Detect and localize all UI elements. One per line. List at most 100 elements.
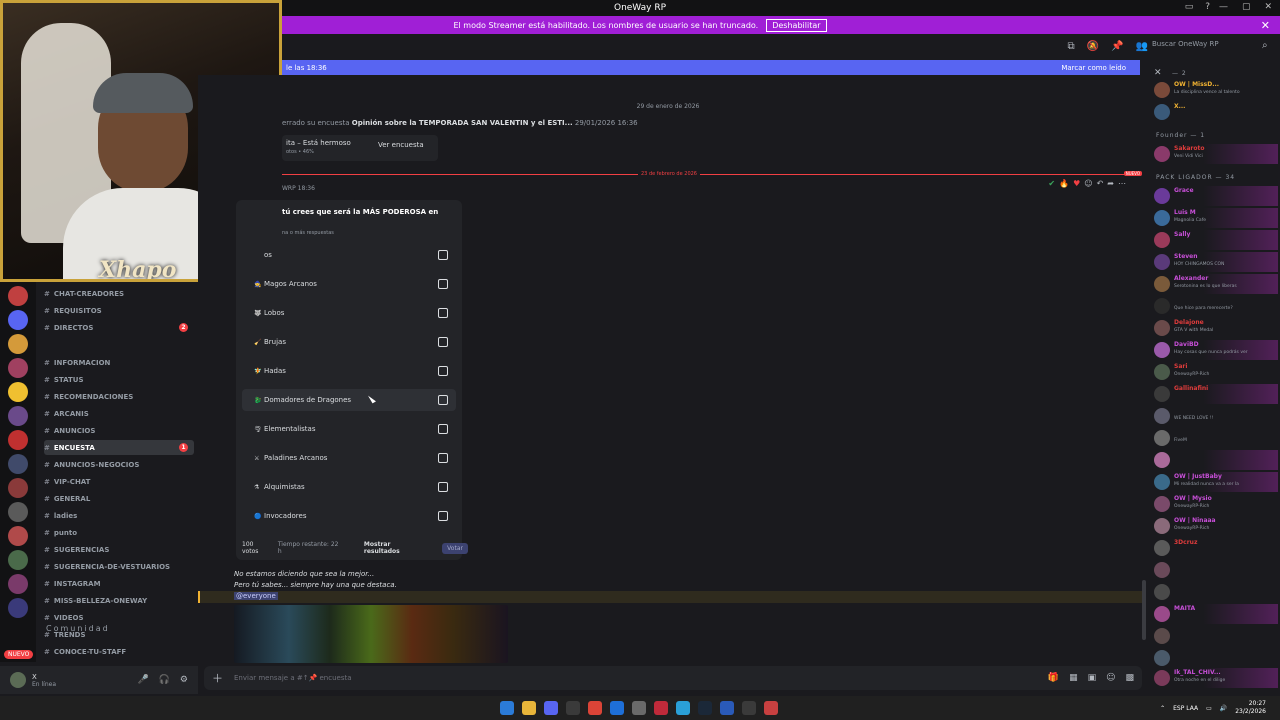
app-icon[interactable] bbox=[764, 701, 778, 715]
poll-title[interactable]: Opinión sobre la TEMPORADA SAN VALENTIN … bbox=[352, 119, 573, 127]
minimize-icon[interactable]: — bbox=[1219, 2, 1228, 12]
server-icon[interactable] bbox=[8, 358, 28, 378]
members-icon[interactable]: 👥 bbox=[1136, 41, 1148, 52]
member-item[interactable]: Steven HOY CHINGAMOS CON bbox=[1154, 252, 1278, 272]
member-item[interactable]: 3Dcruz bbox=[1154, 538, 1278, 558]
poll-option[interactable]: ⚗ Alquimistas bbox=[242, 476, 456, 498]
poll-option[interactable]: 🧚 Hadas bbox=[242, 360, 456, 382]
notification-icon[interactable]: 🔕 bbox=[1087, 41, 1099, 52]
gear-icon[interactable]: ⚙ bbox=[180, 675, 188, 685]
member-item[interactable] bbox=[1154, 450, 1278, 470]
server-icon[interactable] bbox=[8, 502, 28, 522]
checkbox[interactable] bbox=[438, 366, 448, 376]
unread-bar[interactable]: le las 18:36 Marcar como leído bbox=[282, 60, 1140, 75]
edge-icon[interactable] bbox=[676, 701, 690, 715]
emoji-icon[interactable]: ☺ bbox=[1106, 673, 1115, 683]
channel-item[interactable]: # punto bbox=[44, 525, 194, 540]
threads-icon[interactable]: ⧉ bbox=[1068, 41, 1075, 52]
member-item[interactable]: MAITA bbox=[1154, 604, 1278, 624]
channel-item[interactable]: # SUGERENCIAS bbox=[44, 542, 194, 557]
server-icon[interactable] bbox=[8, 286, 28, 306]
member-item[interactable]: Sari OnewayRP-Rich bbox=[1154, 362, 1278, 382]
network-icon[interactable]: ▭ bbox=[1206, 705, 1212, 712]
language-indicator[interactable]: ESP LAA bbox=[1173, 705, 1198, 712]
vote-button[interactable]: Votar bbox=[442, 542, 468, 554]
member-item[interactable]: Ik_TAL_CHIV... Otra noche en el dilige bbox=[1154, 668, 1278, 688]
member-item[interactable]: Sally bbox=[1154, 230, 1278, 250]
poll-option[interactable]: 🧹 Brujas bbox=[242, 331, 456, 353]
sticker-icon[interactable]: ▣ bbox=[1088, 673, 1097, 683]
add-reaction-icon[interactable]: ☺ bbox=[1084, 179, 1092, 188]
close-banner-icon[interactable]: ✕ bbox=[1261, 19, 1270, 32]
chevron-up-icon[interactable]: ⌃ bbox=[1160, 705, 1165, 712]
gif-icon[interactable]: ▦ bbox=[1069, 673, 1078, 683]
checkbox[interactable] bbox=[438, 453, 448, 463]
steam-icon[interactable] bbox=[698, 701, 712, 715]
volume-icon[interactable]: 🔊 bbox=[1220, 705, 1227, 712]
member-item[interactable]: Alexander Serotonina es lo que liberas bbox=[1154, 274, 1278, 294]
channel-item[interactable]: # RECOMENDACIONES bbox=[44, 389, 194, 404]
member-item[interactable]: X... bbox=[1154, 102, 1278, 122]
chrome-icon[interactable] bbox=[588, 701, 602, 715]
member-item[interactable]: Delajone GTA V with Medal bbox=[1154, 318, 1278, 338]
scrollbar[interactable] bbox=[1142, 580, 1146, 640]
member-item[interactable]: OW | MissD... La disciplina vence al tale… bbox=[1154, 80, 1278, 100]
checkbox[interactable] bbox=[438, 337, 448, 347]
headset-icon[interactable]: 🎧 bbox=[159, 675, 170, 685]
channel-item[interactable]: # CHAT-CREADORES bbox=[44, 286, 194, 301]
channel-item[interactable]: # TRENDS bbox=[44, 627, 194, 642]
poll-option[interactable]: ⚔ Paladines Arcanos bbox=[242, 447, 456, 469]
clock[interactable]: 20:27 23/2/2026 bbox=[1235, 700, 1266, 716]
gift-icon[interactable]: 🎁 bbox=[1048, 673, 1059, 683]
file-explorer-icon[interactable] bbox=[522, 701, 536, 715]
inbox-icon[interactable]: ▭ bbox=[1185, 2, 1194, 12]
heart-reaction-icon[interactable]: ♥ bbox=[1073, 179, 1080, 188]
channel-item[interactable]: # MISS-BELLEZA-ONEWAY bbox=[44, 593, 194, 608]
channel-item[interactable]: # SUGERENCIA-DE-VESTUARIOS bbox=[44, 559, 194, 574]
poll-banner-image[interactable] bbox=[234, 605, 508, 663]
checkbox[interactable] bbox=[438, 250, 448, 260]
member-item[interactable]: Sakaroto Veni Vidi Vici bbox=[1154, 144, 1278, 164]
member-item[interactable]: OW | Mysio OnewayRP-Rich bbox=[1154, 494, 1278, 514]
disable-button[interactable]: Deshabilitar bbox=[766, 18, 827, 32]
member-item[interactable]: OW | JustBaby Mi realidad nunca va a ser … bbox=[1154, 472, 1278, 492]
channel-item[interactable]: # STATUS bbox=[44, 372, 194, 387]
app-icon[interactable] bbox=[566, 701, 580, 715]
check-reaction-icon[interactable]: ✔ bbox=[1048, 179, 1055, 188]
show-results-button[interactable]: Mostrar resultados bbox=[364, 541, 424, 555]
poll-option[interactable]: 🐺 Lobos bbox=[242, 302, 456, 324]
server-icon[interactable] bbox=[8, 310, 28, 330]
server-icon[interactable] bbox=[8, 430, 28, 450]
channel-item-active[interactable]: # ENCUESTA 1 bbox=[44, 440, 194, 455]
discord-app-icon[interactable] bbox=[544, 701, 558, 715]
server-icon[interactable] bbox=[8, 574, 28, 594]
apps-icon[interactable]: ▩ bbox=[1125, 673, 1134, 683]
channel-item[interactable]: # ANUNCIOS bbox=[44, 423, 194, 438]
search-icon[interactable]: ⌕ bbox=[1262, 40, 1268, 51]
checkbox[interactable] bbox=[438, 308, 448, 318]
channel-item[interactable]: # CONOCE-TU-STAFF bbox=[44, 644, 194, 659]
message-input[interactable]: ＋ Enviar mensaje a #↑📌 encuesta 🎁 ▦ ▣ ☺ … bbox=[204, 666, 1142, 690]
more-icon[interactable]: ⋯ bbox=[1118, 179, 1126, 188]
checkbox[interactable] bbox=[438, 424, 448, 434]
server-icon[interactable] bbox=[8, 550, 28, 570]
message-author[interactable]: WRP 18:36 bbox=[282, 185, 315, 192]
checkbox[interactable] bbox=[438, 511, 448, 521]
everyone-mention[interactable]: @everyone bbox=[234, 592, 278, 600]
member-item[interactable] bbox=[1154, 648, 1278, 668]
server-icon[interactable] bbox=[8, 526, 28, 546]
server-icon[interactable] bbox=[8, 406, 28, 426]
server-icon[interactable] bbox=[8, 382, 28, 402]
view-poll-button[interactable]: Ver encuesta bbox=[378, 141, 424, 149]
obs-icon[interactable] bbox=[632, 701, 646, 715]
server-icon[interactable] bbox=[8, 334, 28, 354]
channel-item[interactable]: # VIP-CHAT bbox=[44, 474, 194, 489]
checkbox[interactable] bbox=[438, 482, 448, 492]
checkbox[interactable] bbox=[438, 395, 448, 405]
channel-item[interactable]: # DIRECTOS 2 bbox=[44, 320, 194, 335]
member-item[interactable]: Gallinafini bbox=[1154, 384, 1278, 404]
poll-option[interactable]: 🐉 Domadores de Dragones bbox=[242, 389, 456, 411]
poll-option[interactable]: 🧙 Magos Arcanos bbox=[242, 273, 456, 295]
member-item[interactable]: FiveM bbox=[1154, 428, 1278, 448]
member-item[interactable]: OW | Ninaaa OnewayRP-Rich bbox=[1154, 516, 1278, 536]
